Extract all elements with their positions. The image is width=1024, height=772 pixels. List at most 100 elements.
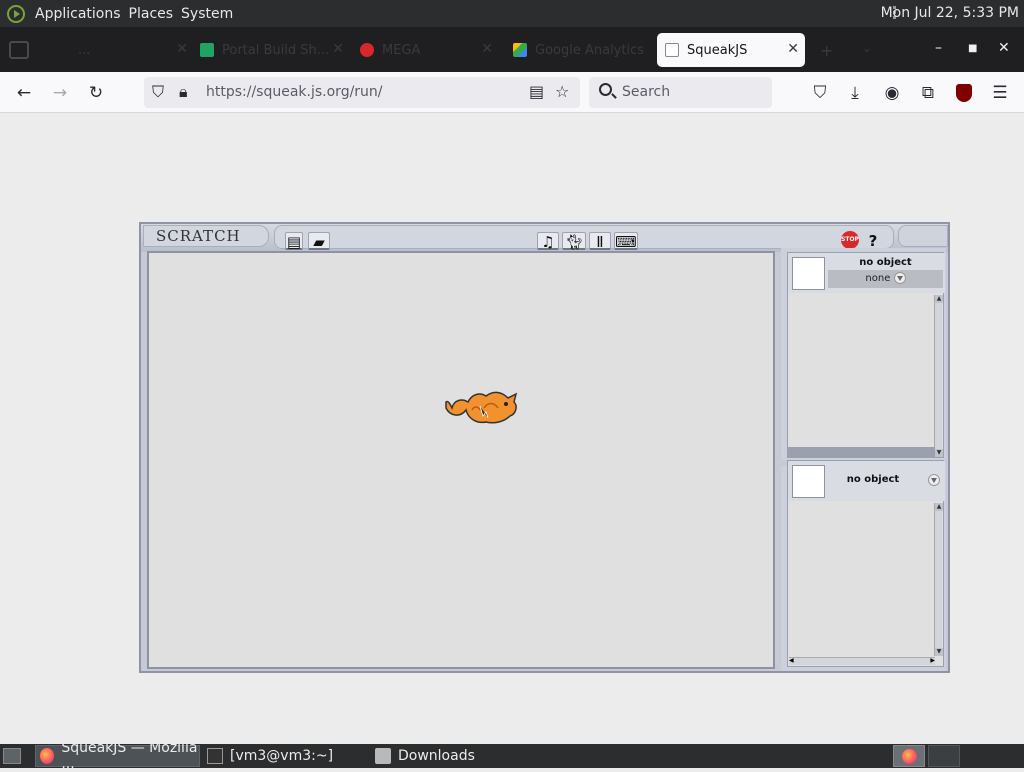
folder-icon bbox=[375, 748, 391, 764]
maximize-icon[interactable]: ■ bbox=[968, 43, 977, 54]
sprite-selector[interactable]: none bbox=[828, 270, 943, 288]
top-panel: Applications Places System Mon Jul 22, 5… bbox=[0, 0, 1024, 27]
search-placeholder[interactable]: Search bbox=[622, 84, 670, 100]
tab-strip: ... ✕ Portal Build Sh... ✕ MEGA ✕ Google… bbox=[0, 27, 1024, 72]
url-text[interactable]: https://squeak.js.org/run/ bbox=[206, 84, 383, 100]
search-icon bbox=[599, 83, 612, 96]
tab-label: ... bbox=[78, 42, 91, 58]
tab-overview-icon[interactable] bbox=[9, 41, 29, 59]
clock[interactable]: Mon Jul 22, 5:33 PM bbox=[881, 5, 1019, 21]
extensions-icon[interactable]: ⧉ bbox=[916, 81, 940, 105]
reader-view-icon[interactable]: ▤ bbox=[529, 82, 544, 101]
sprite-viewer-footer bbox=[788, 447, 935, 457]
workspace-2[interactable] bbox=[928, 745, 960, 767]
back-icon[interactable]: ← bbox=[12, 81, 36, 105]
reload-icon[interactable]: ↻ bbox=[84, 81, 108, 105]
taskbar-label: Downloads bbox=[398, 748, 475, 764]
paint-cat-icon[interactable]: 🐈︎ bbox=[562, 232, 586, 251]
new-tab-icon[interactable]: + bbox=[820, 41, 833, 60]
scroll-up-icon[interactable]: ▲ bbox=[935, 295, 943, 303]
applications-menu[interactable]: Applications bbox=[31, 6, 125, 22]
scroll-up-icon[interactable]: ▲ bbox=[935, 503, 943, 511]
scroll-down-icon[interactable]: ▼ bbox=[935, 449, 943, 457]
tab-label: MEGA bbox=[382, 42, 421, 58]
scroll-right-icon[interactable]: ▶ bbox=[930, 657, 935, 664]
close-window-icon[interactable]: ✕ bbox=[998, 40, 1010, 56]
tab-label: Portal Build Sh... bbox=[222, 42, 330, 58]
taskbar-label: [vm3@vm3:~] bbox=[230, 748, 334, 764]
taskbar-label: SqueakJS — Mozilla ... bbox=[61, 740, 198, 772]
taskbar-downloads[interactable]: Downloads bbox=[371, 745, 536, 767]
minimize-icon[interactable]: – bbox=[935, 40, 942, 56]
close-tab-icon[interactable]: ✕ bbox=[332, 41, 344, 57]
sheets-favicon-icon bbox=[200, 43, 214, 57]
scratch-cat-sprite[interactable] bbox=[442, 388, 520, 428]
account-icon[interactable]: ◉ bbox=[880, 81, 904, 105]
tab-portal-build[interactable]: Portal Build Sh... ✕ bbox=[200, 33, 350, 67]
menu-hamburger-icon[interactable]: ☰ bbox=[988, 81, 1012, 105]
taskbar: SqueakJS — Mozilla ... [vm3@vm3:~] Downl… bbox=[0, 740, 1024, 772]
gnome-logo-icon[interactable] bbox=[7, 4, 25, 23]
tab-google-drive[interactable]: Google Analytics bbox=[505, 33, 653, 67]
list-tabs-icon[interactable]: ⌄ bbox=[862, 41, 872, 55]
sprite-viewer-scrollbar[interactable]: ▲ ▼ bbox=[934, 295, 943, 457]
taskbar-terminal[interactable]: [vm3@vm3:~] bbox=[203, 745, 368, 767]
sprite-selector-value: none bbox=[865, 273, 891, 284]
url-bar[interactable]: ⛉ 🔒︎ https://squeak.js.org/run/ ▤ ☆ bbox=[144, 77, 580, 108]
firefox-icon bbox=[902, 749, 917, 764]
sprite-name: no object bbox=[859, 257, 912, 268]
tab-label: Google Analytics bbox=[535, 42, 645, 58]
lock-icon[interactable]: 🔒︎ bbox=[179, 82, 188, 102]
scratch-side-panel: no object none ▲ ▼ no object ▲ ▼ ◀ ▶ bbox=[781, 248, 946, 671]
terminal-icon bbox=[207, 748, 223, 764]
system-menu[interactable]: System bbox=[177, 6, 237, 22]
squeakjs-favicon-icon bbox=[665, 43, 679, 57]
scratch-logo: SCRATCH bbox=[143, 225, 269, 247]
nav-bar: ← → ↻ ⛉ 🔒︎ https://squeak.js.org/run/ ▤ … bbox=[0, 72, 1024, 113]
keyboard-icon[interactable]: ⌨ bbox=[614, 232, 638, 251]
close-tab-icon[interactable]: ✕ bbox=[787, 41, 799, 57]
scratch-window: SCRATCH ▤ ▰ ♫ 🐈︎ Ⅱ ⌨ STOP ? no object no… bbox=[139, 222, 950, 673]
mega-favicon-icon bbox=[360, 43, 374, 57]
dropdown-arrow-icon[interactable] bbox=[893, 272, 906, 284]
table-icon[interactable]: Ⅱ bbox=[589, 232, 611, 251]
presentation-icon[interactable]: ▰ bbox=[308, 232, 330, 251]
tab-label: SqueakJS bbox=[687, 42, 748, 58]
music-note-icon[interactable]: ♫ bbox=[537, 232, 559, 251]
tab-squeakjs[interactable]: SqueakJS ✕ bbox=[657, 33, 805, 67]
sprite-viewer-header: no object none bbox=[788, 253, 945, 293]
forward-icon[interactable]: → bbox=[48, 81, 72, 105]
close-tab-icon[interactable]: ✕ bbox=[481, 41, 493, 57]
script-viewer-hscrollbar[interactable]: ◀ ▶ bbox=[789, 657, 935, 665]
search-bar[interactable]: Search bbox=[589, 77, 772, 108]
scroll-left-icon[interactable]: ◀ bbox=[789, 657, 794, 664]
scratch-right-tab bbox=[898, 225, 948, 247]
workspace-1[interactable] bbox=[893, 745, 925, 767]
close-tab-icon[interactable]: ✕ bbox=[176, 41, 188, 57]
pocket-icon[interactable]: ⛉ bbox=[808, 81, 832, 105]
new-page-icon[interactable]: ▤ bbox=[285, 232, 303, 251]
tab-1[interactable]: ... ✕ bbox=[62, 33, 194, 67]
shield-icon[interactable]: ⛉ bbox=[152, 82, 164, 102]
scroll-down-icon[interactable]: ▼ bbox=[935, 648, 943, 656]
dropdown-arrow-icon[interactable] bbox=[928, 474, 940, 486]
drive-favicon-icon bbox=[513, 43, 527, 57]
script-viewer-header: no object bbox=[788, 461, 945, 501]
ublock-icon[interactable] bbox=[952, 81, 976, 105]
firefox-icon bbox=[40, 748, 55, 764]
scratch-tool-strip: ▤ ▰ ♫ 🐈︎ Ⅱ ⌨ STOP ? bbox=[274, 225, 894, 251]
script-object-name: no object bbox=[846, 474, 900, 485]
taskbar-firefox[interactable]: SqueakJS — Mozilla ... bbox=[35, 740, 200, 772]
stop-sign-icon[interactable]: STOP bbox=[841, 231, 859, 249]
sprite-viewer: no object none ▲ ▼ bbox=[787, 252, 945, 458]
sprite-thumbnail bbox=[792, 257, 825, 290]
scratch-stage[interactable] bbox=[147, 251, 775, 669]
tab-mega[interactable]: MEGA ✕ bbox=[354, 33, 499, 67]
script-viewer: no object ▲ ▼ ◀ ▶ bbox=[787, 460, 945, 667]
downloads-icon[interactable]: ⤓ bbox=[843, 81, 867, 105]
script-thumbnail bbox=[792, 465, 825, 498]
places-menu[interactable]: Places bbox=[125, 6, 178, 22]
script-viewer-scrollbar[interactable]: ▲ ▼ bbox=[934, 503, 943, 656]
show-desktop-icon[interactable] bbox=[3, 748, 21, 764]
bookmark-star-icon[interactable]: ☆ bbox=[555, 82, 569, 101]
